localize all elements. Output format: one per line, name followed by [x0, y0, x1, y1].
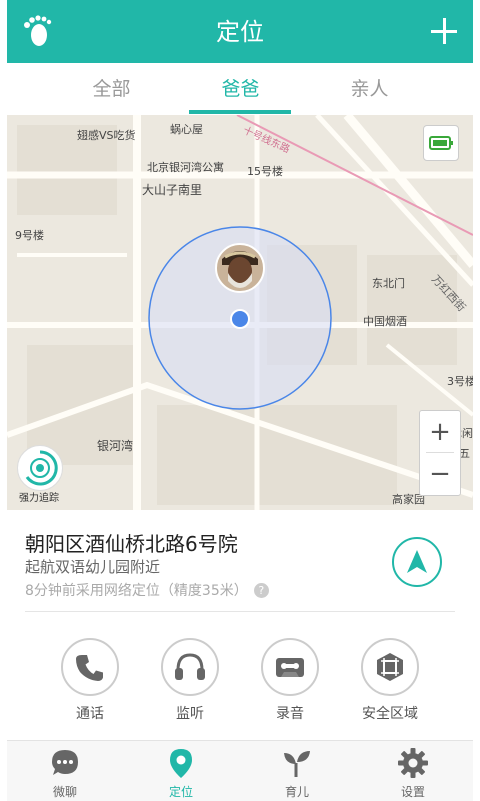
map-label: 9号楼: [15, 229, 44, 242]
address-text: 朝阳区酒仙桥北路6号院: [25, 532, 238, 556]
call-action[interactable]: 通话: [40, 638, 140, 723]
nav-parenting-label: 育儿: [284, 785, 309, 799]
sprout-icon: [284, 751, 310, 777]
monitor-label: 监听: [176, 706, 204, 722]
app-screen: 定位 全部 爸爸 亲人 翅感VS吃货 蜗心屋 北京银河湾公寓 15号楼 大山子南…: [7, 0, 473, 801]
battery-icon: [423, 125, 459, 161]
nav-parenting[interactable]: 育儿: [239, 741, 355, 801]
zoom-out-button[interactable]: −: [420, 453, 460, 495]
location-info: 朝阳区酒仙桥北路6号院 起航双语幼儿园附近 8分钟前采用网络定位（精度35米）?: [7, 510, 473, 610]
location-pin-icon: [170, 749, 192, 778]
nav-location-label: 定位: [168, 785, 193, 799]
bottom-nav: 微聊 定位 育儿 设置: [7, 740, 473, 801]
member-tabs: 全部 爸爸 亲人: [7, 63, 473, 115]
map-label: 东北门: [372, 277, 405, 290]
accuracy-text: 8分钟前采用网络定位（精度35米）?: [25, 580, 269, 600]
record-action[interactable]: 录音: [240, 638, 340, 723]
header-bar: 定位: [7, 0, 473, 63]
accuracy-label: 8分钟前采用网络定位（精度35米）: [25, 583, 248, 599]
map-label: 蜗心屋: [170, 123, 203, 136]
map-label: 翅感VS吃货: [77, 129, 136, 142]
nav-location[interactable]: 定位: [123, 741, 239, 801]
nav-settings[interactable]: 设置: [355, 741, 471, 801]
safe-zone-action[interactable]: 安全区域: [340, 638, 440, 723]
nav-chat-label: 微聊: [52, 785, 77, 799]
map-label: 银河湾: [97, 439, 134, 453]
map-label: 3号楼: [447, 375, 473, 388]
map-label: 15号楼: [247, 165, 283, 178]
target-icon: [25, 450, 58, 486]
monitor-action[interactable]: 监听: [140, 638, 240, 723]
nav-settings-label: 设置: [400, 785, 425, 799]
map-label: 大山子南里: [142, 183, 203, 197]
record-label: 录音: [276, 706, 304, 722]
zoom-in-button[interactable]: +: [420, 411, 460, 453]
track-button[interactable]: [17, 445, 63, 491]
gear-icon: [398, 748, 428, 778]
nav-chat[interactable]: 微聊: [7, 741, 123, 801]
chat-icon: [52, 750, 78, 775]
navigation-arrow-icon: [407, 550, 427, 573]
zoom-control: + −: [419, 410, 461, 496]
headphones-icon: [161, 638, 219, 696]
nearby-text: 起航双语幼儿园附近: [25, 558, 161, 576]
tab-relatives[interactable]: 亲人: [292, 63, 447, 115]
help-icon[interactable]: ?: [253, 583, 269, 598]
cassette-icon: [261, 638, 319, 696]
page-title: 定位: [216, 18, 264, 46]
action-grid: 通话 监听 录音 安全区域: [7, 612, 473, 740]
safe-zone-label: 安全区域: [362, 706, 418, 722]
navigate-button[interactable]: [392, 537, 442, 587]
map-view[interactable]: 翅感VS吃货 蜗心屋 北京银河湾公寓 15号楼 大山子南里 9号楼 东北门 中国…: [7, 115, 473, 510]
tab-active-indicator: [189, 110, 291, 114]
map-label: 北京银河湾公寓: [147, 161, 224, 174]
call-label: 通话: [76, 706, 104, 722]
plus-icon[interactable]: [431, 18, 457, 44]
avatar[interactable]: [215, 243, 265, 293]
map-label: 中国烟酒: [363, 315, 407, 328]
track-label: 强力追踪: [19, 493, 59, 504]
safe-zone-icon: [361, 638, 419, 696]
phone-icon: [61, 638, 119, 696]
